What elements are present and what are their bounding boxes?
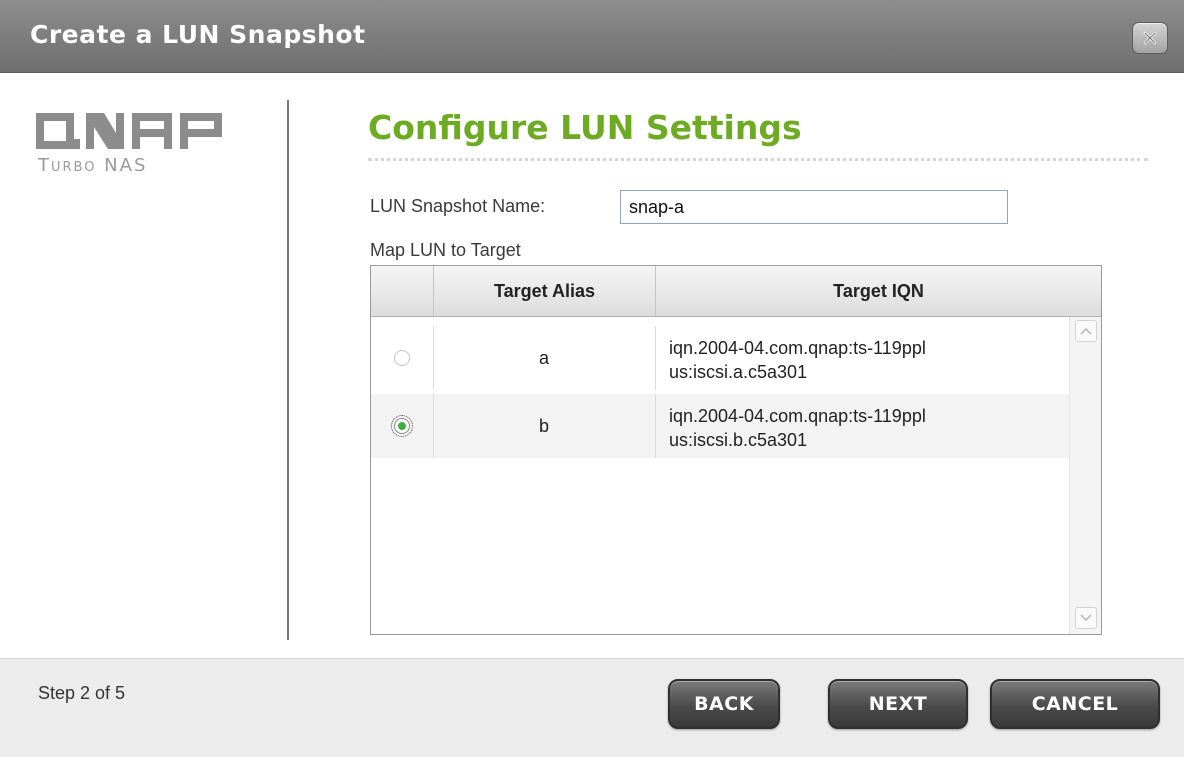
map-lun-label: Map LUN to Target [370, 240, 521, 260]
iqn-line: iqn.2004-04.com.qnap:ts-119ppl [669, 406, 926, 426]
target-alias-cell: a [433, 326, 656, 390]
qnap-logo [36, 113, 222, 149]
target-alias-cell: b [433, 394, 656, 458]
target-iqn-cell: iqn.2004-04.com.qnap:ts-119ppl us:iscsi.… [669, 404, 1049, 452]
scroll-up-button[interactable] [1075, 320, 1097, 342]
targets-table: Target Alias Target IQN a iqn.2004-04.co… [370, 265, 1102, 635]
select-column-header [371, 266, 434, 316]
page-title: Configure LUN Settings [368, 108, 802, 147]
cancel-button[interactable]: CANCEL [990, 679, 1160, 729]
panel-divider [287, 100, 289, 640]
row-select-cell [371, 326, 434, 390]
target-radio-a[interactable] [394, 350, 410, 366]
iqn-line: iqn.2004-04.com.qnap:ts-119ppl [669, 338, 926, 358]
brand-panel: Turbo NAS [0, 73, 288, 658]
row-select-cell [371, 394, 434, 458]
target-iqn-header[interactable]: Target IQN [656, 266, 1101, 316]
back-button[interactable]: BACK [668, 679, 780, 729]
table-row[interactable]: a iqn.2004-04.com.qnap:ts-119ppl us:iscs… [371, 326, 1071, 390]
iqn-line: us:iscsi.b.c5a301 [669, 430, 808, 450]
close-icon [1143, 31, 1157, 45]
dialog-footer: Step 2 of 5 BACK NEXT CANCEL [0, 658, 1184, 757]
table-header: Target Alias Target IQN [371, 266, 1101, 317]
logo-subtitle: Turbo NAS [38, 155, 148, 176]
create-lun-snapshot-dialog: Create a LUN Snapshot Turbo NAS Configur… [0, 0, 1184, 757]
title-separator [368, 158, 1148, 161]
scroll-down-button[interactable] [1075, 607, 1097, 629]
snapshot-name-input[interactable] [620, 190, 1008, 224]
chevron-down-icon [1080, 614, 1092, 622]
table-scrollbar[interactable] [1069, 317, 1101, 634]
close-button[interactable] [1132, 22, 1168, 54]
snapshot-name-label: LUN Snapshot Name: [370, 196, 546, 216]
next-button[interactable]: NEXT [828, 679, 968, 729]
step-indicator: Step 2 of 5 [38, 683, 126, 703]
iqn-line: us:iscsi.a.c5a301 [669, 362, 808, 382]
target-alias-header[interactable]: Target Alias [434, 266, 656, 316]
target-iqn-cell: iqn.2004-04.com.qnap:ts-119ppl us:iscsi.… [669, 336, 1049, 384]
chevron-up-icon [1080, 327, 1092, 335]
table-row[interactable]: b iqn.2004-04.com.qnap:ts-119ppl us:iscs… [371, 394, 1071, 458]
dialog-title: Create a LUN Snapshot [30, 20, 366, 49]
title-bar: Create a LUN Snapshot [0, 0, 1184, 73]
target-radio-b[interactable] [391, 415, 413, 437]
